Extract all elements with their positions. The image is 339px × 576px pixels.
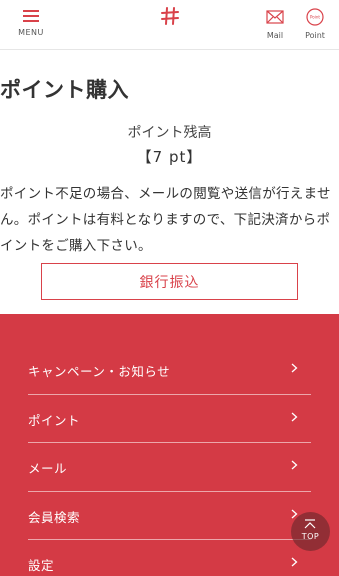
footer-item-label: キャンペーン・お知らせ [28,364,171,379]
chevron-right-icon [291,363,298,373]
footer-item-point[interactable]: ポイント [28,395,311,443]
mail-button[interactable]: Mail [258,7,292,43]
mail-icon [266,8,284,26]
footer-item-label: ポイント [28,412,81,428]
footer-item-label: メール [28,461,68,476]
footer-menu: キャンペーン・お知らせ ポイント メール 会員検索 設定 [0,314,339,576]
footer-item-settings[interactable]: 設定 [28,540,311,576]
footer-item-mail[interactable]: メール [28,443,311,492]
arrow-up-icon [304,519,316,529]
hash-logo-icon[interactable] [160,6,180,26]
point-balance-label: ポイント残高 [127,125,212,141]
footer-item-member-search[interactable]: 会員検索 [28,492,311,540]
purchase-description: ポイント不足の場合、メールの閲覧や送信が行えません。ポイントは有料となりますので… [0,186,331,254]
chevron-right-icon [291,412,298,421]
hamburger-icon [23,10,39,22]
bank-transfer-button[interactable]: 銀行振込 [41,263,298,300]
mail-label: Mail [266,31,284,40]
menu-label: MENU [18,28,44,37]
footer-item-label: 設定 [28,558,55,573]
chevron-right-icon [291,557,298,567]
scroll-to-top-button[interactable]: TOP [291,512,330,551]
footer-item-label: 会員検索 [28,509,81,525]
footer-item-campaign[interactable]: キャンペーン・お知らせ [28,346,311,395]
point-coin-icon: Point [306,8,324,26]
chevron-right-icon [291,460,298,470]
point-label: Point [305,31,325,40]
page-title: ポイント購入 [0,78,129,102]
svg-text:Point: Point [310,15,320,20]
point-button[interactable]: Point Point [298,7,332,43]
top-label: TOP [301,532,320,541]
point-balance-value: 【7 pt】 [136,148,203,166]
app-header: MENU Mail Point Point [0,0,339,50]
menu-button[interactable]: MENU [14,8,48,42]
